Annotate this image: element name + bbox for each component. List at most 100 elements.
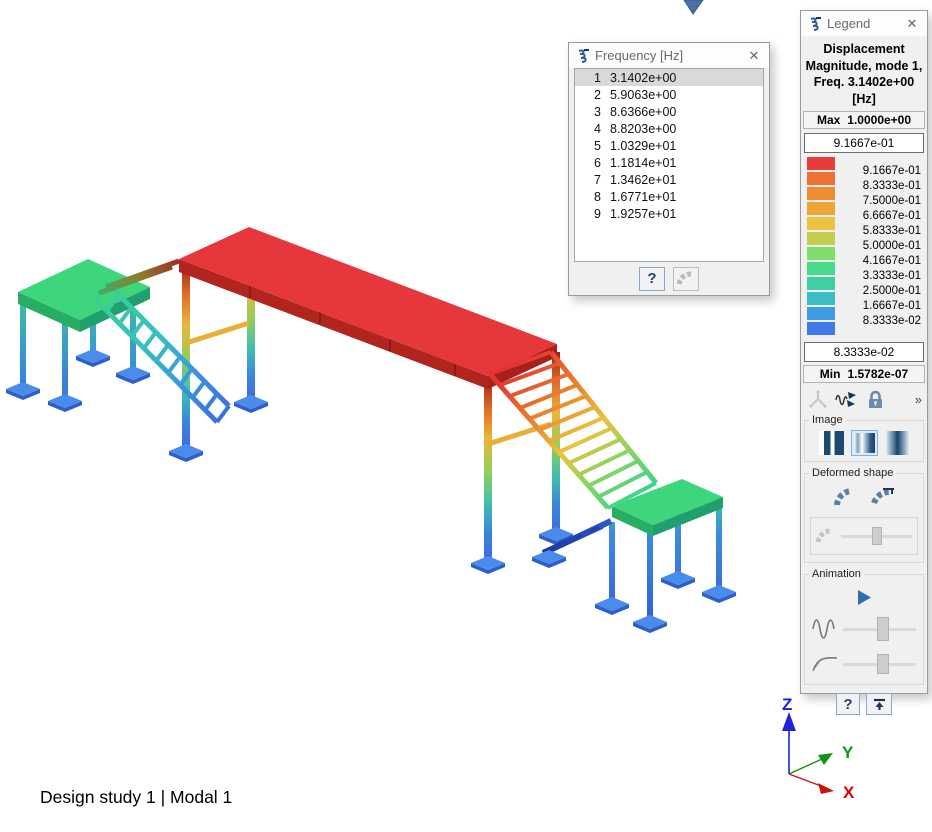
- expand-chevron[interactable]: »: [915, 392, 921, 407]
- frequency-row-value: 8.8203e+00: [610, 122, 676, 136]
- scale-tick-label: 9.1667e-01: [863, 164, 921, 178]
- frequency-dialog-footer: ?: [569, 262, 769, 295]
- frequency-row[interactable]: 71.3462e+01: [575, 171, 763, 188]
- status-caption: Design study 1 | Modal 1: [40, 787, 232, 808]
- scale-tick-label: 5.8333e-01: [863, 224, 921, 238]
- legend-close-icon[interactable]: ✕: [904, 16, 920, 32]
- legend-min-bar: Min 1.5782e-07: [803, 365, 925, 383]
- legend-footer: ?: [801, 689, 927, 720]
- mirror-gradient-icon: [885, 431, 910, 455]
- frequency-row-value: 1.6771e+01: [610, 190, 676, 204]
- animation-frequency-thumb[interactable]: [877, 617, 889, 641]
- model-brace-left: [186, 323, 249, 343]
- animation-frequency-slider[interactable]: [843, 628, 916, 631]
- model-deck: [179, 227, 557, 389]
- frequency-help-button[interactable]: ?: [639, 267, 665, 291]
- image-style-mirror-button[interactable]: [884, 430, 911, 456]
- frequency-row[interactable]: 8 1.6771e+01: [575, 188, 763, 205]
- discrete-gradient-icon: [819, 431, 844, 455]
- scale-color-band: [807, 187, 835, 200]
- legend-titlebar[interactable]: Legend ✕: [801, 11, 927, 36]
- frequency-dialog-title: Frequency [Hz]: [595, 48, 740, 63]
- frequency-icon: [576, 48, 589, 64]
- frequency-row-value: 1.0329e+01: [610, 139, 676, 153]
- frequency-row[interactable]: 4 8.8203e+00: [575, 120, 763, 137]
- legend-lower-bound-input[interactable]: [804, 342, 924, 362]
- scale-color-band: [807, 157, 835, 170]
- mode-shape-icon: [677, 271, 695, 286]
- image-group: Image: [804, 420, 924, 462]
- max-label: Max: [817, 113, 840, 127]
- scale-color-band: [807, 262, 835, 275]
- frequency-row-value: 3.1402e+00: [610, 71, 676, 85]
- scale-tick-label: 7.5000e-01: [863, 194, 921, 208]
- scale-color-band: [807, 217, 835, 230]
- frequency-row-value: 5.9063e+00: [610, 88, 676, 102]
- frequency-row-value: 1.3462e+01: [610, 173, 676, 187]
- frequency-modeshape-button[interactable]: [673, 267, 699, 291]
- probe-plot-icon[interactable]: [835, 391, 858, 408]
- deformed-shape-icon[interactable]: [833, 487, 855, 507]
- scale-tick-label: 4.1667e-01: [863, 254, 921, 268]
- frequency-row[interactable]: 51.0329e+01: [575, 137, 763, 154]
- scale-tick-label: 2.5000e-01: [863, 284, 921, 298]
- frequency-list[interactable]: 13.1402e+0025.9063e+0038.6366e+00 4 8.8203…: [574, 68, 764, 262]
- scale-color-band: [807, 277, 835, 290]
- frequency-close-icon[interactable]: ✕: [746, 48, 762, 64]
- animation-frequency-row: [808, 609, 920, 648]
- axis-y-arrow: [818, 753, 833, 765]
- animation-amplitude-slider[interactable]: [843, 663, 916, 666]
- image-group-label: Image: [809, 414, 846, 426]
- legend-upper-bound-input[interactable]: [804, 133, 924, 153]
- legend-header-text: Displacement Magnitude, mode 1, Freq. 3.…: [801, 36, 927, 111]
- frequency-dialog: Frequency [Hz] ✕ 13.1402e+0025.9063e+003…: [568, 42, 770, 296]
- axis-y-label: Y: [842, 743, 854, 762]
- scale-color-band: [807, 202, 835, 215]
- axis-x-label: X: [843, 783, 855, 802]
- frequency-row[interactable]: 38.6366e+00: [575, 103, 763, 120]
- axis-x-arrow: [818, 783, 834, 794]
- frequency-row[interactable]: 25.9063e+00: [575, 86, 763, 103]
- frequency-row-index: 6: [575, 156, 601, 170]
- triad-tool-icon[interactable]: [808, 390, 828, 409]
- deformed-scale-disabled-icon: [816, 528, 836, 544]
- dock-icon: [872, 697, 887, 711]
- color-scale: 9.1667e-018.3333e-017.5000e-016.6667e-01…: [807, 157, 923, 337]
- frequency-row-value: 1.1814e+01: [610, 156, 676, 170]
- image-style-smooth-button[interactable]: [851, 430, 878, 456]
- animation-amplitude-thumb[interactable]: [877, 654, 889, 674]
- scale-tick-label: 6.6667e-01: [863, 209, 921, 223]
- deformed-scale-slider-thumb[interactable]: [872, 527, 882, 545]
- deformed-scale-icon[interactable]: [871, 487, 895, 507]
- animation-group: Animation: [804, 574, 924, 685]
- frequency-row[interactable]: 91.9257e+01: [575, 205, 763, 222]
- model-viewport[interactable]: Z Y X: [0, 0, 932, 832]
- legend-panel: Legend ✕ Displacement Magnitude, mode 1,…: [800, 10, 928, 694]
- scale-color-band: [807, 172, 835, 185]
- legend-dock-button[interactable]: [866, 693, 892, 715]
- image-style-discrete-button[interactable]: [818, 430, 845, 456]
- scale-tick-label: 8.3333e-01: [863, 179, 921, 193]
- frequency-row-value: 1.9257e+01: [610, 207, 676, 221]
- frequency-dialog-titlebar[interactable]: Frequency [Hz] ✕: [569, 43, 769, 68]
- deformed-scale-slider[interactable]: [841, 535, 912, 538]
- max-value: 1.0000e+00: [847, 113, 911, 127]
- frequency-row[interactable]: 6 1.1814e+01: [575, 154, 763, 171]
- frequency-row[interactable]: 13.1402e+00: [575, 69, 763, 86]
- scale-color-band: [807, 307, 835, 320]
- scale-color-band: [807, 247, 835, 260]
- frequency-row-index: 4: [575, 122, 601, 136]
- scale-tick-label: 1.6667e-01: [863, 299, 921, 313]
- application-canvas: Z Y X Frequency [Hz] ✕ 13.1402e+0025.906…: [0, 0, 932, 832]
- animation-group-label: Animation: [809, 568, 864, 580]
- min-value: 1.5782e-07: [847, 367, 908, 381]
- legend-help-button[interactable]: ?: [836, 693, 860, 715]
- scale-color-band: [807, 232, 835, 245]
- lock-icon[interactable]: [865, 390, 886, 409]
- view-rotate-arrow-icon[interactable]: [684, 0, 703, 14]
- play-icon[interactable]: [858, 590, 871, 605]
- legend-title: Legend: [827, 16, 898, 31]
- smooth-gradient-icon: [854, 433, 875, 453]
- legend-max-bar: Max 1.0000e+00: [803, 111, 925, 129]
- frequency-row-index: 8: [575, 190, 601, 204]
